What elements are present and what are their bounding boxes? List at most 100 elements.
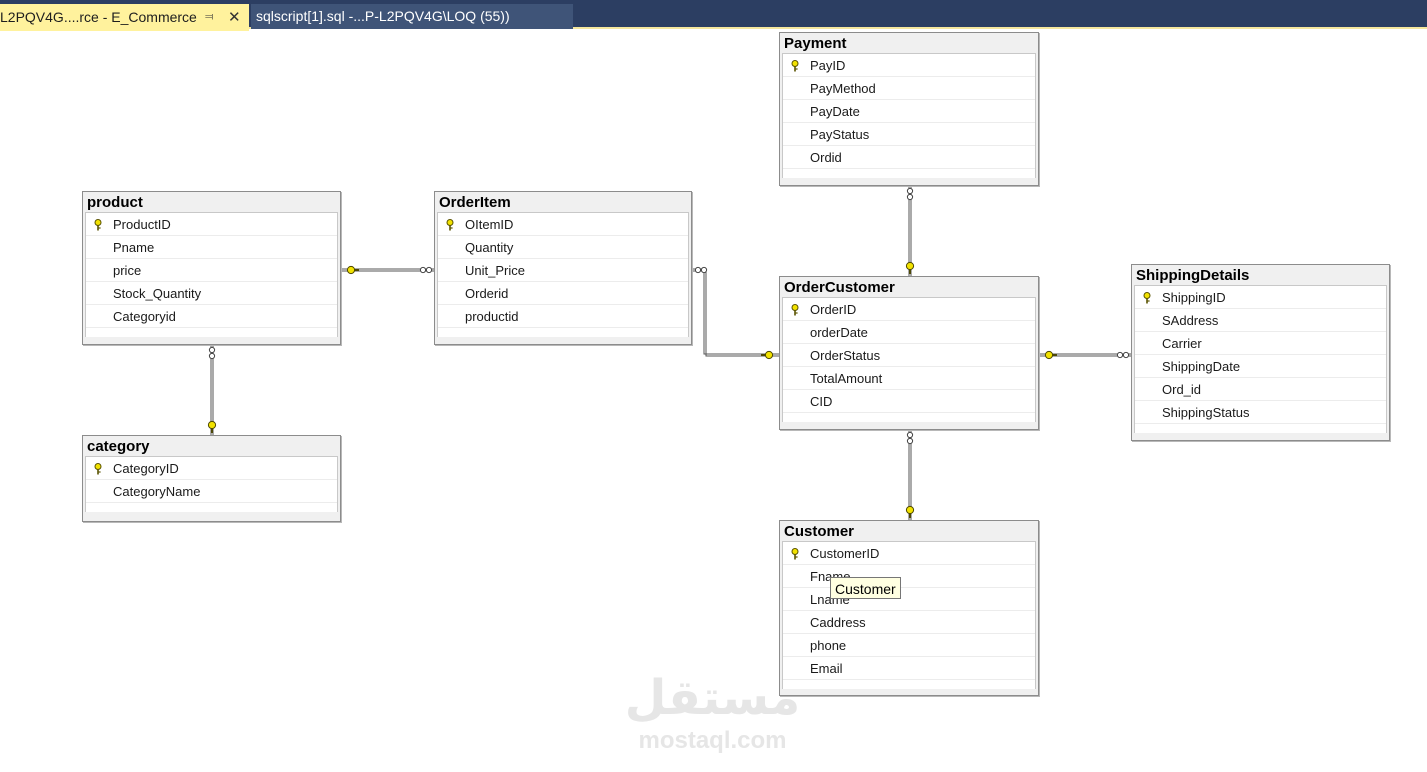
column-name: OrderID — [810, 302, 857, 317]
table-orderitem-columns: OItemID Quantity Unit_Price Orderid producti… — [437, 212, 689, 337]
empty-row — [783, 169, 1035, 178]
primary-key-icon — [791, 548, 799, 560]
empty-row — [86, 503, 337, 512]
column-name: CID — [810, 394, 833, 409]
column-row[interactable]: ShippingStatus — [1135, 401, 1386, 424]
column-name: ShippingStatus — [1162, 405, 1250, 420]
primary-key-icon — [94, 463, 102, 475]
column-row[interactable]: PayDate — [783, 100, 1035, 123]
relationship-ordercustomer-shippingdetails[interactable] — [1039, 350, 1131, 360]
table-orderitem-title: OrderItem — [439, 194, 511, 211]
column-row[interactable]: PayStatus — [783, 123, 1035, 146]
table-category[interactable]: category CategoryID CategoryName — [82, 435, 341, 522]
column-row[interactable]: Carrier — [1135, 332, 1386, 355]
column-name: Ordid — [810, 150, 842, 165]
column-row[interactable]: Fname — [783, 565, 1035, 588]
primary-key-icon — [791, 304, 799, 316]
table-product[interactable]: product ProductID Pname price Stock_Quantit… — [82, 191, 341, 345]
column-row[interactable]: phone — [783, 634, 1035, 657]
table-orderitem[interactable]: OrderItem OItemID Quantity Unit_Price Order… — [434, 191, 692, 345]
column-name: PayStatus — [810, 127, 870, 142]
column-name: PayID — [810, 58, 846, 73]
column-row[interactable]: Orderid — [438, 282, 688, 305]
column-name: Stock_Quantity — [113, 286, 202, 301]
column-row[interactable]: Unit_Price — [438, 259, 688, 282]
table-category-columns: CategoryID CategoryName — [85, 456, 338, 512]
column-name: ShippingID — [1162, 290, 1226, 305]
empty-row — [438, 328, 688, 337]
table-payment[interactable]: Payment PayID PayMethod PayDate PayStatus Or… — [779, 32, 1039, 186]
column-row[interactable]: Stock_Quantity — [86, 282, 337, 305]
relationship-payment-ordercustomer[interactable] — [905, 186, 915, 276]
column-row[interactable]: OrderStatus — [783, 344, 1035, 367]
column-name: PayDate — [810, 104, 860, 119]
column-row[interactable]: Ordid — [783, 146, 1035, 169]
table-ordercustomer-columns: OrderID orderDate OrderStatus TotalAmount CI… — [782, 297, 1036, 422]
column-name: OItemID — [465, 217, 514, 232]
column-row[interactable]: Lname — [783, 588, 1035, 611]
column-name: phone — [810, 638, 847, 653]
column-row[interactable]: ShippingID — [1135, 286, 1386, 309]
column-row[interactable]: Email — [783, 657, 1035, 680]
table-payment-title: Payment — [784, 35, 847, 52]
column-name: orderDate — [810, 325, 868, 340]
column-name: Carrier — [1162, 336, 1202, 351]
tooltip: Customer — [830, 577, 901, 599]
column-name: Pname — [113, 240, 155, 255]
column-row[interactable]: PayID — [783, 54, 1035, 77]
empty-row — [86, 328, 337, 337]
relationship-orderitem-ordercustomer[interactable] — [692, 266, 779, 360]
column-name: Ord_id — [1162, 382, 1202, 397]
table-category-title: category — [87, 438, 150, 455]
column-row[interactable]: ProductID — [86, 213, 337, 236]
column-row[interactable]: OItemID — [438, 213, 688, 236]
column-name: Quantity — [465, 240, 514, 255]
column-row[interactable]: PayMethod — [783, 77, 1035, 100]
column-row[interactable]: CategoryID — [86, 457, 337, 480]
table-customer-title: Customer — [784, 523, 855, 540]
column-row[interactable]: price — [86, 259, 337, 282]
column-row[interactable]: CID — [783, 390, 1035, 413]
column-name: Unit_Price — [465, 263, 525, 278]
column-row[interactable]: CategoryName — [86, 480, 337, 503]
column-row[interactable]: CustomerID — [783, 542, 1035, 565]
column-name: Orderid — [465, 286, 509, 301]
table-shippingdetails-columns: ShippingID SAddress Carrier ShippingDate Ord… — [1134, 285, 1387, 433]
column-name: productid — [465, 309, 519, 324]
column-name: ShippingDate — [1162, 359, 1241, 374]
column-row[interactable]: Pname — [86, 236, 337, 259]
empty-row — [783, 413, 1035, 422]
table-product-title: product — [87, 194, 143, 211]
table-payment-columns: PayID PayMethod PayDate PayStatus Ordid — [782, 53, 1036, 178]
column-name: SAddress — [1162, 313, 1219, 328]
table-customer[interactable]: Customer CustomerID FnameLname Caddress pho… — [779, 520, 1039, 696]
primary-key-icon — [1143, 292, 1151, 304]
column-row[interactable]: Caddress — [783, 611, 1035, 634]
watermark-arabic: مستقل — [624, 672, 801, 725]
column-name: Categoryid — [113, 309, 176, 324]
table-shippingdetails[interactable]: ShippingDetails ShippingID SAddress Carrie… — [1131, 264, 1390, 441]
column-name: TotalAmount — [810, 371, 883, 386]
relationship-category-product[interactable] — [207, 345, 217, 435]
watermark-latin: mostaql.com — [638, 727, 787, 754]
column-row[interactable]: Categoryid — [86, 305, 337, 328]
primary-key-icon — [94, 219, 102, 231]
column-row[interactable]: ShippingDate — [1135, 355, 1386, 378]
relationship-ordercustomer-customer[interactable] — [905, 430, 915, 520]
column-name: ProductID — [113, 217, 171, 232]
column-row[interactable]: Ord_id — [1135, 378, 1386, 401]
table-ordercustomer[interactable]: OrderCustomer OrderID orderDate OrderStatu… — [779, 276, 1039, 430]
primary-key-icon — [791, 60, 799, 72]
column-row[interactable]: TotalAmount — [783, 367, 1035, 390]
relationship-product-orderitem[interactable] — [341, 265, 434, 275]
table-shippingdetails-title: ShippingDetails — [1136, 267, 1250, 284]
column-row[interactable]: orderDate — [783, 321, 1035, 344]
column-row[interactable]: OrderID — [783, 298, 1035, 321]
watermark-logo: مستقل mostaql.com — [610, 672, 815, 756]
empty-row — [783, 680, 1035, 689]
column-row[interactable]: productid — [438, 305, 688, 328]
column-row[interactable]: Quantity — [438, 236, 688, 259]
column-row[interactable]: SAddress — [1135, 309, 1386, 332]
primary-key-icon — [446, 219, 454, 231]
table-product-columns: ProductID Pname price Stock_Quantity Categor… — [85, 212, 338, 337]
